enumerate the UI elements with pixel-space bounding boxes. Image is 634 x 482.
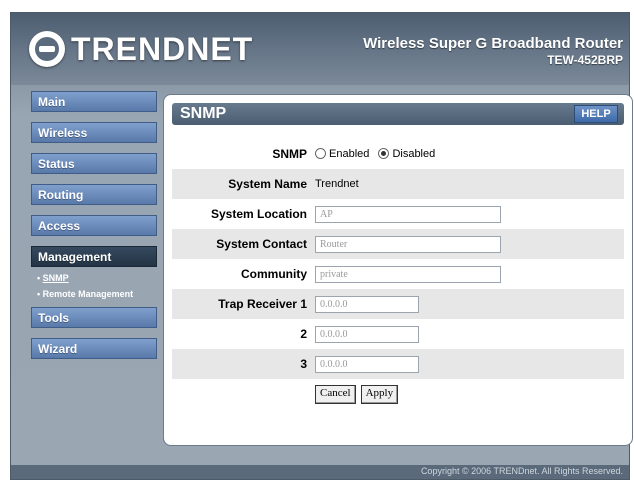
form-row-snmp: SNMP Enabled Disabled	[172, 139, 624, 169]
community-label: Community	[241, 267, 307, 281]
snmp-enabled-radio[interactable]	[315, 147, 326, 159]
logo-text: TRENDNET	[71, 30, 254, 67]
trap-receiver-2-label: 2	[300, 327, 307, 341]
panel-header: SNMP HELP	[172, 103, 624, 125]
snmp-disabled-label: Disabled	[392, 148, 436, 161]
snmp-disabled-radio[interactable]	[378, 147, 390, 159]
community-input[interactable]	[315, 265, 501, 283]
trap-receiver-3-input[interactable]	[315, 355, 419, 373]
product-model: TEW-452BRP	[547, 53, 623, 67]
snmp-form: SNMP Enabled Disabled System Name Trendn…	[172, 139, 624, 409]
management-submenu: • SNMP • Remote Management	[31, 273, 159, 299]
trap-receiver-3-label: 3	[300, 357, 307, 371]
nav-tools[interactable]: Tools	[31, 307, 157, 328]
form-row-system-location: System Location	[172, 199, 624, 229]
snmp-enabled-label: Enabled	[329, 148, 370, 161]
content-panel: SNMP HELP SNMP Enabled Disabled System N…	[163, 94, 633, 446]
nav-routing[interactable]: Routing	[31, 184, 157, 205]
trendnet-logo-icon	[29, 31, 65, 67]
nav-main[interactable]: Main	[31, 91, 157, 112]
header: TRENDNET Wireless Super G Broadband Rout…	[11, 13, 629, 85]
system-name-value: Trendnet	[315, 178, 359, 190]
snmp-link[interactable]: SNMP	[43, 273, 69, 283]
nav-management[interactable]: Management	[31, 246, 157, 267]
system-location-label: System Location	[210, 207, 307, 221]
trap-receiver-1-input[interactable]	[315, 295, 419, 313]
router-frame: TRENDNET Wireless Super G Broadband Rout…	[10, 12, 633, 480]
nav-wizard[interactable]: Wizard	[31, 338, 157, 359]
system-name-label: System Name	[228, 177, 307, 191]
product-title: Wireless Super G Broadband Router	[363, 35, 623, 52]
form-row-trap-receiver-1: Trap Receiver 1	[172, 289, 624, 319]
remote-management-link[interactable]: Remote Management	[43, 289, 134, 299]
apply-button[interactable]: Apply	[360, 384, 399, 404]
copyright-text: Copyright © 2006 TRENDnet. All Rights Re…	[420, 466, 623, 476]
system-location-input[interactable]	[315, 205, 501, 223]
sidebar-nav: Main Wireless Status Routing Access Mana…	[31, 91, 159, 369]
logo: TRENDNET	[29, 28, 253, 70]
form-row-system-contact: System Contact	[172, 229, 624, 259]
form-row-system-name: System Name Trendnet	[172, 169, 624, 199]
page-title: SNMP	[180, 105, 227, 122]
submenu-item-remote-management: • Remote Management	[37, 289, 134, 299]
form-row-community: Community	[172, 259, 624, 289]
nav-status[interactable]: Status	[31, 153, 157, 174]
nav-wireless[interactable]: Wireless	[31, 122, 157, 143]
snmp-label: SNMP	[272, 147, 307, 161]
help-button[interactable]: HELP	[574, 105, 618, 123]
trap-receiver-2-input[interactable]	[315, 325, 419, 343]
system-contact-input[interactable]	[315, 235, 501, 253]
trap-receiver-1-label: Trap Receiver 1	[218, 297, 307, 311]
cancel-button[interactable]: Cancel	[315, 384, 356, 404]
footer: Copyright © 2006 TRENDnet. All Rights Re…	[11, 465, 629, 479]
form-row-actions: Cancel Apply	[172, 379, 624, 409]
system-contact-label: System Contact	[216, 237, 307, 251]
form-row-trap-receiver-3: 3	[172, 349, 624, 379]
submenu-item-snmp: • SNMP	[37, 273, 69, 283]
nav-access[interactable]: Access	[31, 215, 157, 236]
form-row-trap-receiver-2: 2	[172, 319, 624, 349]
